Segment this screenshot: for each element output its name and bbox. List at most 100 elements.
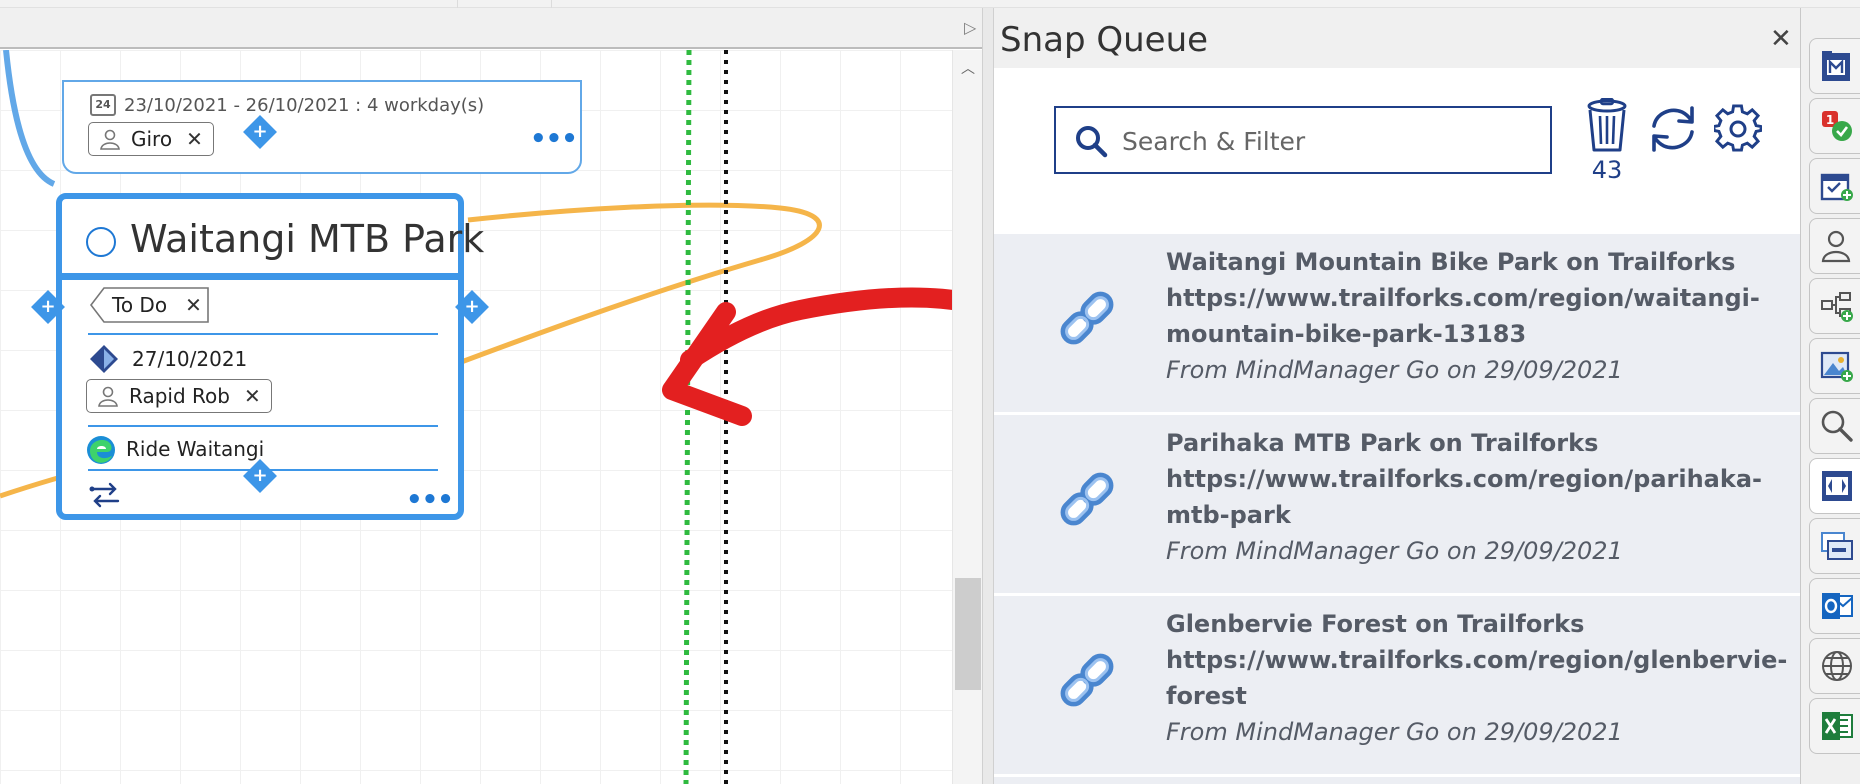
snap-title: Glenbervie Forest on Trailforks <box>1166 610 1585 638</box>
branch-line <box>3 50 56 187</box>
snap-url: https://www.trailforks.com/region/pariha… <box>1166 465 1762 493</box>
snap-item[interactable]: Waitangi Mountain Bike Park on Trailfork… <box>994 234 1800 414</box>
snap-item[interactable]: Parihaka MTB Park on Trailforks https://… <box>994 415 1800 595</box>
resource-name: Giro <box>131 127 173 151</box>
person-icon <box>1821 230 1851 263</box>
edge-browser-icon <box>87 436 115 464</box>
snap-url: forest <box>1166 682 1247 710</box>
snap-queue-panel: Snap Queue ✕ 43 <box>994 8 1800 784</box>
globe-icon <box>1822 651 1852 681</box>
resources-button[interactable] <box>1809 218 1860 274</box>
canvas-scrollbar[interactable]: ︿ <box>952 50 982 784</box>
priority-check-icon: 1 <box>1822 111 1852 141</box>
svg-text:1: 1 <box>1826 113 1834 127</box>
flow-button[interactable] <box>1809 278 1860 334</box>
window-button[interactable] <box>1809 518 1860 574</box>
web-button[interactable] <box>1809 638 1860 694</box>
link-icon <box>1060 653 1114 707</box>
search-box[interactable] <box>1054 106 1552 174</box>
panel-title: Snap Queue <box>1000 20 1209 60</box>
top-strip <box>0 0 1860 8</box>
close-panel-button[interactable]: ✕ <box>1770 24 1792 54</box>
pane-splitter[interactable] <box>982 8 994 784</box>
gear-icon[interactable] <box>1714 104 1762 152</box>
app-window: ▷ 24 23/10/2021 - 26/10/2021 : 4 workday… <box>0 0 1860 784</box>
green-dotted-guide <box>683 50 692 784</box>
window-icon <box>1821 532 1853 560</box>
resource-name: Rapid Rob <box>129 384 230 408</box>
snap-source: From MindManager Go on 29/09/2021 <box>1166 356 1623 384</box>
excel-button[interactable] <box>1809 698 1860 754</box>
calendar-button[interactable] <box>1809 158 1860 214</box>
canvas-header: ▷ <box>0 8 990 49</box>
upper-topic[interactable]: 24 23/10/2021 - 26/10/2021 : 4 workday(s… <box>62 80 582 174</box>
topic-title[interactable]: Waitangi MTB Park <box>130 217 484 261</box>
side-dock: 1 <box>1800 8 1860 784</box>
resource-chip[interactable]: Giro ✕ <box>88 122 214 156</box>
map-canvas[interactable]: 24 23/10/2021 - 26/10/2021 : 4 workday(s… <box>0 50 952 784</box>
image-add-icon <box>1820 351 1853 382</box>
title-divider <box>62 273 458 280</box>
tab-separator <box>457 0 458 8</box>
add-subtopic-handle[interactable]: + <box>243 115 277 149</box>
snap-item[interactable]: Glenbervie Forest on Trailforks https://… <box>994 596 1800 776</box>
search-input[interactable] <box>1122 122 1542 160</box>
calendar-add-icon <box>1820 173 1853 201</box>
remove-tag-button[interactable]: ✕ <box>185 293 202 317</box>
task-priority-button[interactable]: 1 <box>1809 98 1860 154</box>
trash-icon[interactable] <box>1582 98 1632 154</box>
tag-chip[interactable]: To Do ✕ <box>90 287 209 323</box>
snap-title: Waitangi Mountain Bike Park on Trailfork… <box>1166 248 1736 276</box>
snap-queue-button[interactable] <box>1809 458 1860 514</box>
snap-url: mtb-park <box>1166 501 1291 529</box>
due-date[interactable]: 27/10/2021 <box>132 347 247 371</box>
item-count: 43 <box>1591 156 1623 184</box>
person-icon <box>100 129 120 150</box>
outlook-button[interactable] <box>1809 578 1860 634</box>
snap-url: https://www.trailforks.com/region/glenbe… <box>1166 646 1788 674</box>
due-date-icon <box>90 345 118 373</box>
search-icon <box>1076 126 1108 158</box>
snap-source: From MindManager Go on 29/09/2021 <box>1166 537 1623 565</box>
snap-item[interactable] <box>994 777 1800 784</box>
add-topic-right-handle[interactable]: + <box>455 290 489 324</box>
map-index-button[interactable] <box>1809 38 1860 94</box>
remove-resource-button[interactable]: ✕ <box>244 384 261 408</box>
panel-body: 43 Waitangi Mountain Bike Park on Trailf… <box>994 68 1800 784</box>
scrollbar-thumb[interactable] <box>955 578 981 690</box>
tag-label: To Do <box>112 293 168 317</box>
resource-chip[interactable]: Rapid Rob ✕ <box>86 379 272 413</box>
outlook-icon <box>1822 593 1853 619</box>
excel-icon <box>1822 712 1853 740</box>
refresh-icon[interactable] <box>1646 102 1700 156</box>
link-icon <box>1060 472 1114 526</box>
image-button[interactable] <box>1809 338 1860 394</box>
divider <box>88 425 438 427</box>
link-icon <box>1060 291 1114 345</box>
hyperlink-text[interactable]: Ride Waitangi <box>126 437 264 461</box>
snap-url: https://www.trailforks.com/region/waitan… <box>1166 284 1760 312</box>
date-range-text: 23/10/2021 - 26/10/2021 : 4 workday(s) <box>124 94 485 116</box>
search-icon <box>1821 410 1853 442</box>
snap-title: Parihaka MTB Park on Trailforks <box>1166 429 1599 457</box>
divider <box>88 333 438 335</box>
date-range-row: 24 23/10/2021 - 26/10/2021 : 4 workday(s… <box>90 94 484 116</box>
calendar-icon: 24 <box>90 94 116 116</box>
add-subtopic-handle[interactable]: + <box>243 459 277 493</box>
task-status-icon[interactable] <box>86 227 116 257</box>
add-topic-left-handle[interactable]: + <box>31 290 65 324</box>
relationship-line[interactable] <box>439 202 822 373</box>
topic-title-row[interactable]: Waitangi MTB Park <box>62 199 484 271</box>
person-icon <box>98 386 118 407</box>
relationship-icon[interactable] <box>88 481 122 509</box>
snap-queue-icon <box>1822 471 1852 501</box>
search-button[interactable] <box>1809 398 1860 454</box>
scroll-up-button[interactable]: ︿ <box>961 58 975 78</box>
remove-resource-button[interactable]: ✕ <box>186 127 203 151</box>
flow-add-icon <box>1821 292 1853 322</box>
snap-source: From MindManager Go on 29/09/2021 <box>1166 718 1623 746</box>
map-index-icon <box>1822 51 1850 81</box>
more-button[interactable]: ••• <box>406 487 454 513</box>
more-button[interactable]: ••• <box>530 126 578 152</box>
collapse-panel-button[interactable]: ▷ <box>964 18 976 37</box>
